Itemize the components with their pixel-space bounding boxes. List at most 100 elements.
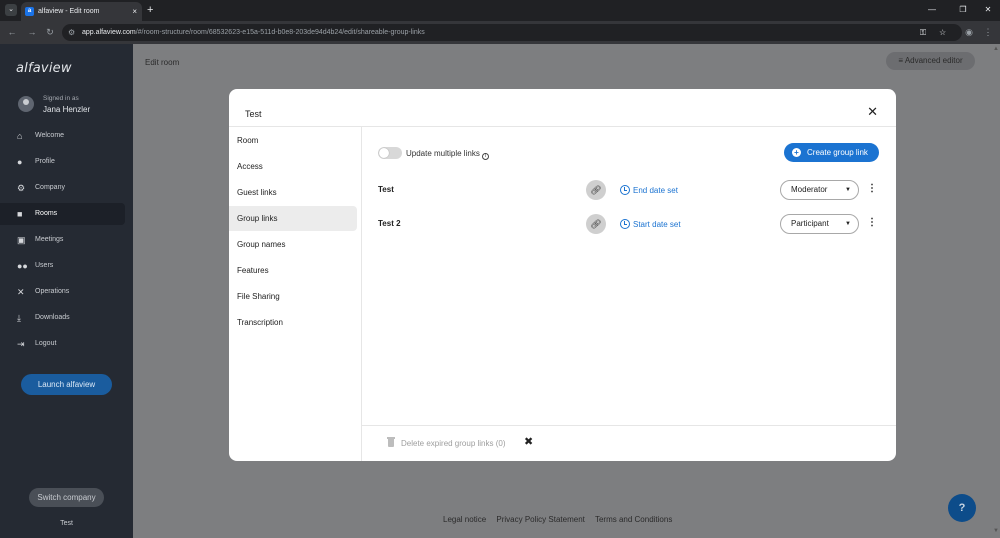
brand-logo[interactable]: alfaview <box>16 61 72 76</box>
copy-link-button[interactable]: 🔗︎ <box>586 214 606 234</box>
sidebar-item-profile[interactable]: ● Profile <box>0 151 125 173</box>
sidebar-item-label: Company <box>35 184 65 191</box>
update-multiple-links-toggle[interactable] <box>378 147 402 159</box>
sidebar-item-company[interactable]: ⚙ Company <box>0 177 125 199</box>
role-select[interactable]: Participant ▼ <box>780 214 859 234</box>
chevron-down-icon: ▼ <box>845 187 851 193</box>
scroll-up-icon[interactable]: ▲ <box>993 46 999 52</box>
page-title: Edit room <box>145 58 180 67</box>
gear-icon: ⚙ <box>17 183 26 193</box>
current-company-label: Test <box>60 520 73 527</box>
role-value: Moderator <box>791 185 828 194</box>
date-setting-link[interactable]: End date set <box>620 185 678 195</box>
sidebar-item-downloads[interactable]: ⤓ Downloads <box>0 307 125 329</box>
sidebar-item-welcome[interactable]: ⌂ Welcome <box>0 125 125 147</box>
scroll-down-icon[interactable]: ▼ <box>993 528 999 534</box>
minimize-icon[interactable]: — <box>922 3 942 17</box>
bookmark-star-icon[interactable]: ☆ <box>939 24 946 41</box>
link-icon: 🔗︎ <box>590 185 602 195</box>
legal-notice-link[interactable]: Legal notice <box>443 515 486 524</box>
date-setting-link[interactable]: Start date set <box>620 219 681 229</box>
more-options-icon[interactable]: ⋮ <box>867 216 877 230</box>
launch-alfaview-button[interactable]: Launch alfaview <box>21 374 112 395</box>
dialog-header: Test ✕ <box>229 89 896 127</box>
page-scrollbar[interactable]: ▲ ▼ <box>992 44 1000 538</box>
advanced-editor-button[interactable]: ≡ Advanced editor <box>886 52 975 70</box>
copy-link-button[interactable]: 🔗︎ <box>586 180 606 200</box>
tab-search-button[interactable]: ⌄ <box>5 4 17 16</box>
dialog-footer: Delete expired group links (0) ✖ <box>362 425 896 461</box>
tab-features[interactable]: Features <box>229 258 357 283</box>
sidebar-item-rooms[interactable]: ■ Rooms <box>0 203 125 225</box>
address-bar[interactable]: ⚙ app.alfaview.com/#/room-structure/room… <box>62 24 962 41</box>
profile-icon[interactable]: ◉ <box>963 26 975 38</box>
calendar-icon: ▣ <box>17 235 26 245</box>
terms-link[interactable]: Terms and Conditions <box>595 515 672 524</box>
download-icon: ⤓ <box>17 313 21 323</box>
tab-group-links[interactable]: Group links <box>229 206 357 231</box>
tab-transcription[interactable]: Transcription <box>229 310 357 335</box>
site-info-icon[interactable]: ⚙ <box>68 24 75 41</box>
forward-icon[interactable]: → <box>26 26 38 38</box>
sidebar: alfaview Signed in as Jana Henzler ⌂ Wel… <box>0 44 133 538</box>
toggle-label-text: Update multiple links <box>406 149 480 158</box>
restore-icon[interactable]: ❐ <box>953 3 973 17</box>
sidebar-item-label: Downloads <box>35 314 70 321</box>
tab-access[interactable]: Access <box>229 154 357 179</box>
alfaview-favicon-icon: a <box>25 7 34 16</box>
privacy-policy-link[interactable]: Privacy Policy Statement <box>496 515 584 524</box>
browser-menu-icon[interactable]: ⋮ <box>982 26 994 38</box>
back-icon[interactable]: ← <box>6 26 18 38</box>
create-group-link-button[interactable]: + Create group link <box>784 143 879 162</box>
reload-icon[interactable]: ↻ <box>44 26 56 38</box>
sidebar-item-label: Operations <box>35 288 70 295</box>
dialog-nav: Room Access Guest links Group links Grou… <box>229 127 362 461</box>
role-value: Participant <box>791 219 829 228</box>
sidebar-item-meetings[interactable]: ▣ Meetings <box>0 229 125 251</box>
tools-icon: ✕ <box>17 287 25 297</box>
help-button[interactable]: ? <box>948 494 976 522</box>
window-close-icon[interactable]: ✕ <box>978 3 998 17</box>
tab-file-sharing[interactable]: File Sharing <box>229 284 357 309</box>
new-tab-button[interactable]: + <box>147 2 153 18</box>
tab-room[interactable]: Room <box>229 128 357 153</box>
url-path: /#/room-structure/room/68532623-e15a-511… <box>135 29 425 36</box>
role-select[interactable]: Moderator ▼ <box>780 180 859 200</box>
signed-in-label: Signed in as <box>43 95 79 102</box>
browser-tab[interactable]: a alfaview - Edit room × <box>21 2 142 21</box>
date-setting-label: Start date set <box>633 220 681 229</box>
group-link-name: Test <box>378 185 394 194</box>
tools-icon[interactable]: ✖ <box>524 435 533 448</box>
switch-company-button[interactable]: Switch company <box>29 488 104 507</box>
list-item: Test 🔗︎ End date set Moderator ▼ ⋮ <box>362 178 896 202</box>
edit-room-dialog: Test ✕ Room Access Guest links Group lin… <box>229 89 896 461</box>
person-icon: ● <box>17 157 23 167</box>
plus-circle-icon: + <box>792 148 801 157</box>
tab-title: alfaview - Edit room <box>38 8 100 15</box>
sidebar-item-label: Rooms <box>35 210 58 217</box>
more-options-icon[interactable]: ⋮ <box>867 182 877 196</box>
password-key-icon[interactable]: ⚿ <box>920 24 926 41</box>
delete-expired-links-button[interactable]: Delete expired group links (0) <box>401 439 506 448</box>
home-icon: ⌂ <box>17 131 23 141</box>
tab-group-names[interactable]: Group names <box>229 232 357 257</box>
chevron-down-icon: ▼ <box>845 221 851 227</box>
browser-tabbar: ⌄ a alfaview - Edit room × + — ❐ ✕ <box>0 0 1000 21</box>
footer-links: Legal notice Privacy Policy Statement Te… <box>443 515 680 524</box>
tab-close-button[interactable]: × <box>132 2 137 21</box>
tab-guest-links[interactable]: Guest links <box>229 180 357 205</box>
dialog-title: Test <box>245 109 262 119</box>
sidebar-item-operations[interactable]: ✕ Operations <box>0 281 125 303</box>
group-link-name: Test 2 <box>378 219 401 228</box>
sidebar-item-users[interactable]: ●● Users <box>0 255 125 277</box>
browser-toolbar: ← → ↻ ⚙ app.alfaview.com/#/room-structur… <box>0 21 1000 44</box>
info-icon[interactable]: i <box>481 153 489 160</box>
group-links-panel: Update multiple links i + Create group li… <box>362 127 896 423</box>
close-icon[interactable]: ✕ <box>867 105 878 119</box>
sidebar-item-logout[interactable]: ⇥ Logout <box>0 333 125 355</box>
link-icon: 🔗︎ <box>590 219 602 229</box>
sidebar-item-label: Welcome <box>35 132 65 139</box>
toggle-label: Update multiple links i <box>406 149 489 160</box>
logout-icon: ⇥ <box>17 339 25 349</box>
trash-icon <box>387 437 395 447</box>
